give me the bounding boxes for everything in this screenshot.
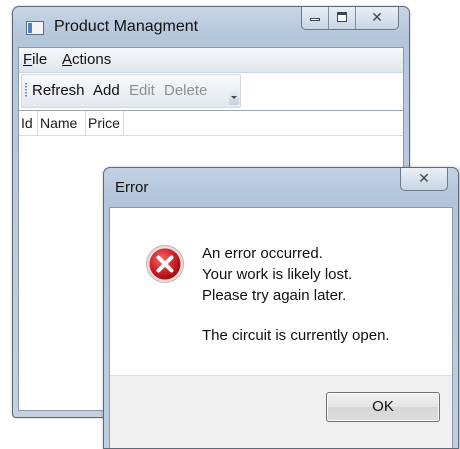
error-dialog: Error ✕ An error occurred. Your work is … xyxy=(103,167,459,449)
title-bar[interactable]: Product Managment ✕ xyxy=(13,7,409,47)
dialog-close-button[interactable]: ✕ xyxy=(400,168,448,191)
dialog-footer: OK xyxy=(110,375,452,448)
message-line: Please try again later. xyxy=(202,287,347,304)
add-button[interactable]: Add xyxy=(93,82,120,99)
menu-actions[interactable]: Actions xyxy=(62,51,111,68)
message-line: An error occurred. xyxy=(202,245,323,262)
maximize-button[interactable] xyxy=(329,7,356,29)
menu-file[interactable]: File xyxy=(23,51,47,68)
error-icon xyxy=(146,245,184,283)
edit-button: Edit xyxy=(129,82,155,99)
refresh-button[interactable]: Refresh xyxy=(32,82,85,99)
column-header-id[interactable]: Id xyxy=(19,111,38,135)
message-line: Your work is likely lost. xyxy=(202,266,353,283)
window-title: Product Managment xyxy=(54,18,199,35)
message-detail: The circuit is currently open. xyxy=(202,327,390,344)
toolbar-grip[interactable] xyxy=(25,83,27,97)
column-header-price[interactable]: Price xyxy=(86,111,124,135)
toolbar-overflow-icon[interactable] xyxy=(229,89,239,105)
close-icon: ✕ xyxy=(418,170,430,186)
ok-button[interactable]: OK xyxy=(326,392,440,422)
close-icon: ✕ xyxy=(371,9,383,25)
toolbar: Refresh Add Edit Delete xyxy=(21,74,241,108)
app-icon xyxy=(26,21,44,35)
minimize-button[interactable] xyxy=(302,7,329,29)
grid-header: Id Name Price xyxy=(19,111,403,136)
caption-buttons: ✕ xyxy=(301,7,399,30)
column-header-name[interactable]: Name xyxy=(38,111,86,135)
menu-bar: File Actions xyxy=(19,48,403,73)
error-message: An error occurred. Your work is likely l… xyxy=(202,243,390,346)
delete-button: Delete xyxy=(164,82,208,99)
dialog-content: An error occurred. Your work is likely l… xyxy=(109,207,453,448)
close-button[interactable]: ✕ xyxy=(356,7,398,29)
dialog-title: Error xyxy=(115,179,149,196)
